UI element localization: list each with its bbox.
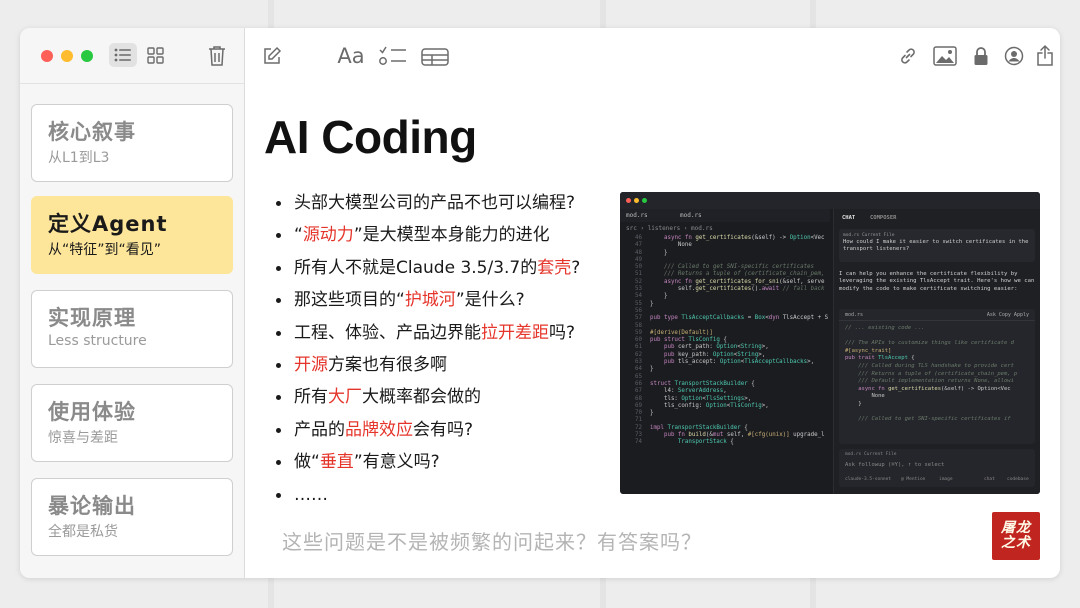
chat-submit-button[interactable]: chat xyxy=(984,477,995,482)
note-title: 定义Agent xyxy=(48,212,168,236)
minimize-window-button[interactable] xyxy=(61,50,73,62)
followup-file: mod.rs Current File xyxy=(845,452,897,457)
note-editor: Aa AI Coding 头部大模型公司的产品不也可以编程? “源动力”是大模型… xyxy=(246,28,1060,578)
code-editor-screenshot: mod.rs mod.rs src › listeners › mod.rs 4… xyxy=(620,192,1040,494)
format-text-button[interactable]: Aa xyxy=(334,42,368,70)
note-card-implementation[interactable]: 实现原理 Less structure xyxy=(31,290,233,368)
collaborate-icon[interactable] xyxy=(1002,44,1026,68)
followup-input[interactable]: mod.rs Current File Ask followup (⌘Y), ↑… xyxy=(839,449,1035,487)
list-item: 开源方案也有很多啊 xyxy=(276,350,636,382)
ai-chat-panel: CHAT COMPOSER mod.rs Current File How co… xyxy=(833,209,1040,494)
media-icon[interactable] xyxy=(932,44,958,68)
list-item: 产品的品牌效应会有吗? xyxy=(276,415,636,447)
suggested-code-block: mod.rs Ask Copy Apply // ... existing co… xyxy=(839,309,1035,444)
codebase-submit-button[interactable]: codebase xyxy=(1007,477,1029,482)
table-icon[interactable] xyxy=(420,46,450,68)
suggested-code: // ... existing code ... /// The APIs to… xyxy=(845,325,1018,423)
checklist-icon[interactable] xyxy=(376,44,410,68)
gallery-view-icon[interactable] xyxy=(142,43,168,67)
bullet-list: 头部大模型公司的产品不也可以编程? “源动力”是大模型本身能力的进化 所有人不就… xyxy=(276,188,636,512)
file-path: src › listeners › mod.rs xyxy=(626,225,713,232)
model-selector[interactable]: claude-3.5-sonnet xyxy=(845,477,891,482)
tab-composer[interactable]: COMPOSER xyxy=(870,215,897,221)
list-item: 做“垂直”有意义吗? xyxy=(276,447,636,479)
link-icon[interactable] xyxy=(896,44,920,68)
editor-tab: mod.rs xyxy=(680,212,702,219)
author-seal: 屠龙 之术 xyxy=(992,512,1040,560)
page-title: AI Coding xyxy=(264,111,477,163)
list-item: “源动力”是大模型本身能力的进化 xyxy=(276,220,636,252)
question-text: How could I make it easier to switch cer… xyxy=(843,239,1029,252)
note-card-opinions[interactable]: 暴论输出 全都是私货 xyxy=(31,478,233,556)
notes-sidebar: 核心叙事 从L1到L3 定义Agent 从“特征”到“看见” 实现原理 Less… xyxy=(20,28,245,578)
note-subtitle: 惊喜与差距 xyxy=(48,430,118,446)
assistant-answer: I can help you enhance the certificate f… xyxy=(839,271,1035,292)
list-view-icon[interactable] xyxy=(109,43,137,67)
note-card-core-narrative[interactable]: 核心叙事 从L1到L3 xyxy=(31,104,233,182)
note-card-experience[interactable]: 使用体验 惊喜与差距 xyxy=(31,384,233,462)
code-block-header: mod.rs Ask Copy Apply xyxy=(839,309,1035,321)
close-window-button[interactable] xyxy=(41,50,53,62)
note-title: 使用体验 xyxy=(48,400,136,424)
list-item: …… xyxy=(276,480,636,512)
note-subtitle: Less structure xyxy=(48,333,147,349)
tab-chat[interactable]: CHAT xyxy=(842,215,855,221)
list-item: 所有人不就是Claude 3.5/3.7的套壳? xyxy=(276,253,636,285)
seal-line1: 屠龙 xyxy=(1001,520,1031,536)
list-item: 工程、体验、产品边界能拉开差距吗? xyxy=(276,318,636,350)
editor-titlebar xyxy=(620,192,1040,209)
compose-icon[interactable] xyxy=(260,44,284,68)
trash-icon[interactable] xyxy=(204,42,230,70)
user-question: mod.rs Current File How could I make it … xyxy=(839,229,1035,262)
note-subtitle: 从L1到L3 xyxy=(48,150,110,166)
note-subtitle: 全都是私货 xyxy=(48,524,118,540)
followup-placeholder: Ask followup (⌘Y), ↑ to select xyxy=(845,462,945,468)
zoom-window-button[interactable] xyxy=(81,50,93,62)
list-item: 头部大模型公司的产品不也可以编程? xyxy=(276,188,636,220)
seal-line2: 之术 xyxy=(1001,535,1031,551)
question-file: mod.rs Current File xyxy=(843,233,895,238)
mention-button[interactable]: @ Mention xyxy=(901,477,925,482)
code-block-actions[interactable]: Ask Copy Apply xyxy=(987,312,1029,318)
list-item: 那这些项目的“护城河”是什么? xyxy=(276,285,636,317)
footer-question: 这些问题是不是被频繁的问起来？有答案吗？ xyxy=(282,530,702,554)
note-title: 实现原理 xyxy=(48,306,136,330)
list-item: 所有大厂大概率都会做的 xyxy=(276,382,636,414)
note-card-define-agent[interactable]: 定义Agent 从“特征”到“看见” xyxy=(31,196,233,274)
editor-tab: mod.rs xyxy=(626,212,648,219)
note-subtitle: 从“特征”到“看见” xyxy=(48,242,162,258)
sidebar-toolbar xyxy=(20,28,245,84)
code-area: 46 async fn get_certificates(&self) -> O… xyxy=(635,235,829,446)
share-icon[interactable] xyxy=(1034,42,1056,68)
lock-icon[interactable] xyxy=(970,44,992,68)
code-block-file: mod.rs xyxy=(845,312,864,318)
image-button[interactable]: image xyxy=(939,477,953,482)
notes-window: 核心叙事 从L1到L3 定义Agent 从“特征”到“看见” 实现原理 Less… xyxy=(20,28,1060,578)
note-title: 核心叙事 xyxy=(48,120,136,144)
editor-tabs: mod.rs mod.rs xyxy=(620,209,830,222)
note-title: 暴论输出 xyxy=(48,494,136,518)
editor-toolbar: Aa xyxy=(246,28,1060,84)
